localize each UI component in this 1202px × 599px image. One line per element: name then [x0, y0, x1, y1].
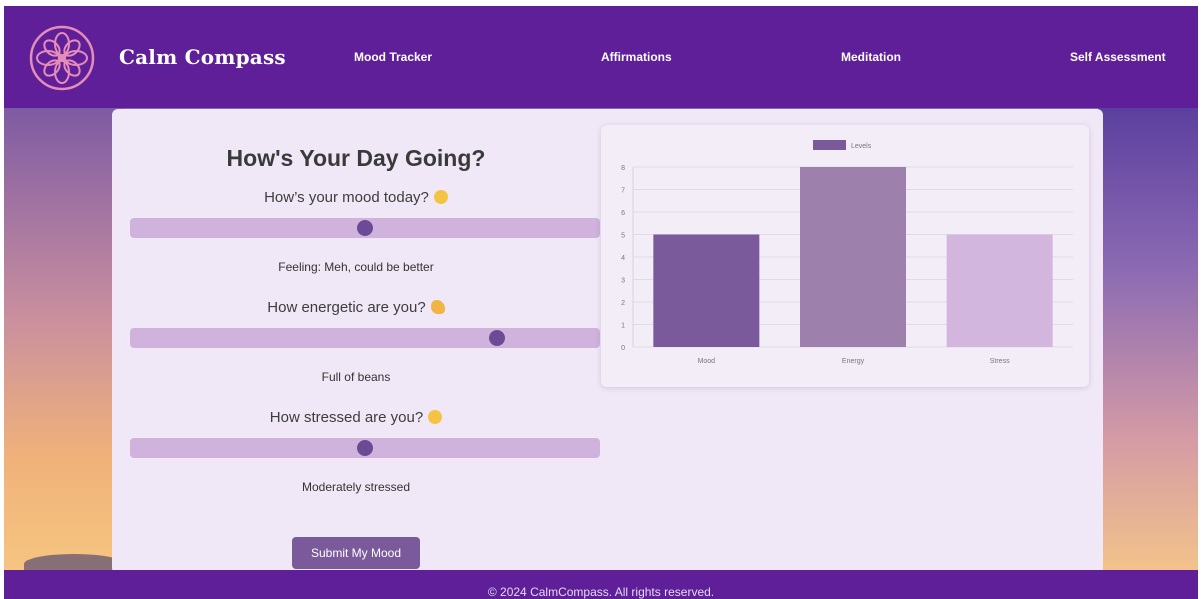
- sunset-background-left: [4, 106, 124, 576]
- nav-self-assessment[interactable]: Self Assessment: [1070, 50, 1166, 64]
- nav-mood-tracker[interactable]: Mood Tracker: [354, 50, 432, 64]
- y-tick-label: 7: [621, 188, 625, 195]
- y-tick-label: 4: [621, 255, 625, 262]
- x-tick-label: Energy: [842, 358, 865, 365]
- energy-slider-thumb[interactable]: [488, 330, 505, 346]
- legend-label: Levels: [851, 143, 872, 150]
- y-tick-label: 2: [621, 300, 625, 307]
- y-tick-label: 5: [621, 233, 625, 240]
- sunset-background-right: [1098, 106, 1198, 576]
- mood-slider[interactable]: [130, 218, 600, 238]
- stress-slider-thumb[interactable]: [357, 440, 373, 456]
- stress-feedback: Moderately stressed: [301, 480, 411, 494]
- footer-copyright: © 2024 CalmCompass. All rights reserved.: [487, 585, 715, 599]
- submit-mood-button[interactable]: Submit My Mood: [292, 537, 420, 569]
- energy-feedback: Full of beans: [321, 370, 391, 384]
- levels-bar-chart: 0 1 2 3 4 5 6 7 8 Levels Mood Energy Stress: [621, 140, 1073, 365]
- nav-affirmations[interactable]: Affirmations: [601, 50, 672, 64]
- page-title: How's Your Day Going?: [226, 145, 486, 171]
- y-tick-label: 8: [621, 165, 625, 172]
- x-tick-label: Stress: [990, 358, 1010, 365]
- stress-question: How stressed are you?: [112, 409, 600, 426]
- y-tick-label: 1: [621, 323, 625, 330]
- brand-name[interactable]: Calm Compass: [119, 45, 286, 69]
- legend-swatch: [813, 140, 846, 150]
- mood-question-label: How’s your mood today?: [264, 189, 429, 206]
- footer: © 2024 CalmCompass. All rights reserved.: [4, 570, 1198, 599]
- flower-logo-icon[interactable]: [28, 24, 96, 92]
- top-navbar: Calm Compass Mood Tracker Affirmations M…: [4, 6, 1198, 108]
- mood-question: How’s your mood today?: [112, 189, 600, 206]
- page-background: Calm Compass Mood Tracker Affirmations M…: [4, 6, 1198, 599]
- y-tick-label: 6: [621, 210, 625, 217]
- bar-stress: [946, 234, 1053, 347]
- y-tick-label: 0: [621, 345, 625, 352]
- grinning-face-icon: [433, 190, 448, 204]
- bar-energy: [800, 167, 906, 347]
- nav-meditation[interactable]: Meditation: [841, 50, 901, 64]
- flexed-biceps-icon: [430, 300, 445, 314]
- energy-slider[interactable]: [130, 328, 600, 348]
- stress-slider[interactable]: [130, 438, 600, 458]
- stress-question-label: How stressed are you?: [269, 409, 424, 426]
- mood-check-card: How's Your Day Going? How’s your mood to…: [112, 109, 1103, 574]
- bar-mood: [653, 234, 760, 347]
- grimacing-face-icon: [428, 410, 443, 424]
- levels-chart-card: 0 1 2 3 4 5 6 7 8 Levels Mood Energy Stress: [601, 125, 1089, 387]
- x-tick-label: Mood: [698, 358, 716, 365]
- y-tick-label: 3: [621, 278, 625, 285]
- mood-slider-thumb[interactable]: [357, 220, 373, 236]
- energy-question: How energetic are you?: [112, 299, 600, 316]
- energy-question-label: How energetic are you?: [267, 299, 426, 316]
- mood-feedback: Feeling: Meh, could be better: [278, 260, 434, 274]
